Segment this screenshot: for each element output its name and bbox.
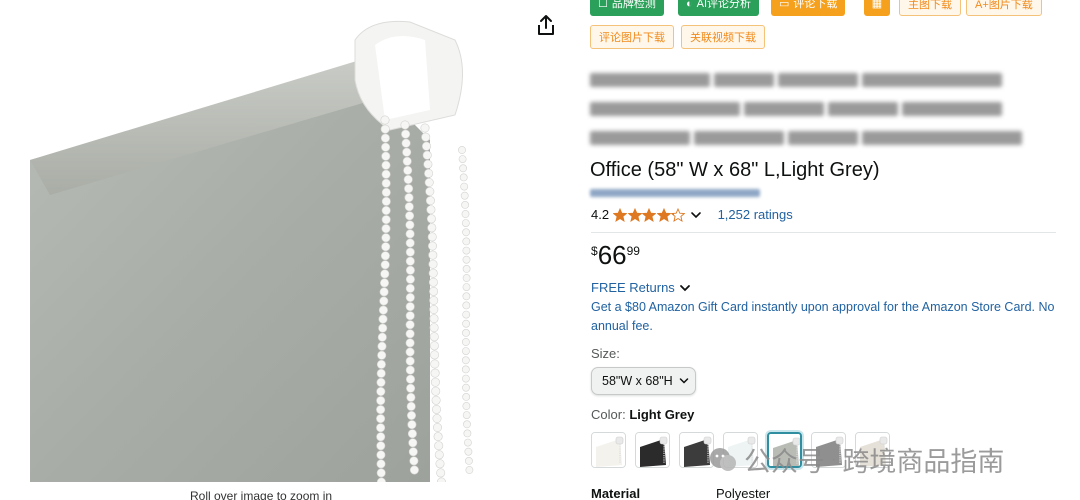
ratings-row: 4.2 1,252 ratings: [591, 207, 793, 222]
ai-review-analysis-button[interactable]: ◐ AI评论分析: [678, 0, 760, 16]
free-returns-label: FREE Returns: [591, 280, 675, 295]
share-icon[interactable]: [536, 14, 556, 36]
comment-icon: ▭: [779, 0, 790, 10]
wechat-icon: [710, 447, 736, 471]
ai-icon: ◐: [686, 0, 693, 10]
related-video-download-button[interactable]: 关联视频下载: [681, 25, 765, 49]
title-redacted-line: [590, 70, 1050, 90]
brand-check-button[interactable]: ☐ 品牌检测: [590, 0, 664, 16]
product-main-image[interactable]: [30, 0, 530, 482]
checkbox-icon: ☐: [598, 0, 608, 10]
star-icon: [613, 207, 628, 222]
star-icon: [642, 207, 657, 222]
star-icon: [627, 207, 642, 222]
zoom-hint-text: Roll over image to zoom in: [190, 489, 333, 500]
watermark: 公众号 · 跨境商品指南: [708, 440, 1004, 479]
size-dropdown[interactable]: 58"W x 68"H: [591, 367, 696, 395]
chevron-down-icon[interactable]: [690, 209, 702, 221]
title-visible-line: Office (58" W x 68" L,Light Grey): [590, 159, 880, 181]
star-icon: [671, 207, 686, 222]
price-whole: 66: [597, 240, 627, 270]
main-image-download-button[interactable]: 主图下载: [899, 0, 961, 16]
size-label: Size:: [591, 346, 620, 361]
size-selected-value: 58"W x 68"H: [602, 374, 673, 388]
grid-button[interactable]: ▦: [864, 0, 890, 16]
gift-card-offer-link[interactable]: Get a $80 Amazon Gift Card instantly upo…: [591, 298, 1061, 336]
price: $ 66 99: [591, 240, 640, 270]
title-redacted-line: [590, 99, 1050, 119]
grid-icon: ▦: [871, 0, 883, 10]
aplus-image-download-button[interactable]: A+图片下载: [966, 0, 1042, 16]
title-redacted-line: [590, 128, 1050, 148]
rating-value: 4.2: [591, 207, 610, 222]
price-fraction: 99: [626, 244, 640, 258]
review-download-button[interactable]: ▭ 评论下载: [771, 0, 846, 16]
store-link[interactable]: [590, 189, 760, 197]
review-image-download-button[interactable]: 评论图片下载: [590, 25, 674, 49]
color-swatch-black[interactable]: [635, 432, 670, 468]
chevron-down-icon: [679, 378, 688, 384]
star-icon: [656, 207, 671, 222]
ratings-count-link[interactable]: 1,252 ratings: [718, 207, 793, 222]
star-rating[interactable]: [613, 207, 686, 222]
chevron-down-icon: [679, 284, 690, 291]
free-returns-link[interactable]: FREE Returns: [591, 280, 691, 295]
material-label: Material: [591, 486, 641, 500]
divider: [591, 232, 1056, 233]
color-label: Color: Light Grey: [591, 407, 695, 422]
price-symbol: $: [591, 244, 598, 258]
product-title: Office (58" W x 68" L,Light Grey): [590, 70, 1050, 197]
color-swatch-white[interactable]: [591, 432, 626, 468]
color-selected-value: Light Grey: [629, 407, 695, 422]
material-value: Polyester: [716, 486, 771, 500]
